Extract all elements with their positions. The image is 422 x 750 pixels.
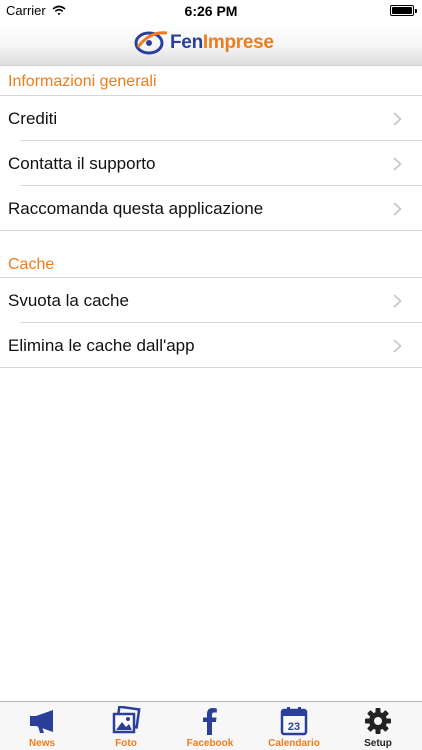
row-elimina-cache[interactable]: Elimina le cache dall'app (0, 323, 422, 368)
row-svuota-cache[interactable]: Svuota la cache (8, 278, 422, 323)
row-label: Crediti (8, 109, 58, 128)
gear-icon (365, 708, 391, 734)
tab-label: Setup (364, 738, 392, 749)
logo-text-imprese: Imprese (202, 32, 274, 53)
tab-label: Foto (115, 738, 137, 749)
row-label: Elimina le cache dall'app (8, 336, 195, 355)
chevron-right-icon (393, 339, 402, 353)
chevron-right-icon (393, 202, 402, 216)
tab-label: Facebook (186, 738, 234, 749)
tab-label: Calendario (268, 738, 320, 749)
battery-icon (390, 5, 417, 16)
tab-calendario[interactable]: 23 Calendario (252, 702, 336, 750)
nav-bar: FenImprese (0, 22, 422, 66)
chevron-right-icon (393, 294, 402, 308)
chevron-right-icon (393, 112, 402, 126)
section-header-cache: Cache (0, 231, 422, 278)
calendar-day: 23 (288, 721, 300, 733)
logo-swirl-icon (134, 31, 168, 55)
tab-setup[interactable]: Setup (336, 702, 420, 750)
row-crediti[interactable]: Crediti (8, 96, 422, 141)
row-label: Contatta il supporto (8, 154, 156, 173)
row-label: Svuota la cache (8, 291, 129, 310)
logo-text-fen: Fen (170, 32, 203, 53)
facebook-icon (203, 708, 217, 735)
photos-icon (112, 706, 141, 734)
fenimprese-logo: FenImprese (134, 27, 294, 57)
row-contatta-supporto[interactable]: Contatta il supporto (8, 141, 422, 186)
calendar-icon: 23 (280, 707, 308, 736)
status-time: 6:26 PM (184, 3, 238, 19)
status-bar: Carrier 6:26 PM (0, 0, 422, 22)
tab-news[interactable]: News (0, 702, 84, 750)
row-raccomanda-app[interactable]: Raccomanda questa applicazione (0, 186, 422, 231)
tab-foto[interactable]: Foto (84, 702, 168, 750)
tab-label: News (28, 738, 56, 749)
settings-list: Informazioni generali Crediti Contatta i… (0, 66, 422, 368)
row-label: Raccomanda questa applicazione (8, 199, 264, 218)
tab-bar: News Foto Facebook 23 Calendario Setup (0, 701, 422, 750)
tab-facebook[interactable]: Facebook (168, 702, 252, 750)
megaphone-icon (30, 710, 53, 733)
chevron-right-icon (393, 157, 402, 171)
section-header-info: Informazioni generali (0, 66, 422, 96)
